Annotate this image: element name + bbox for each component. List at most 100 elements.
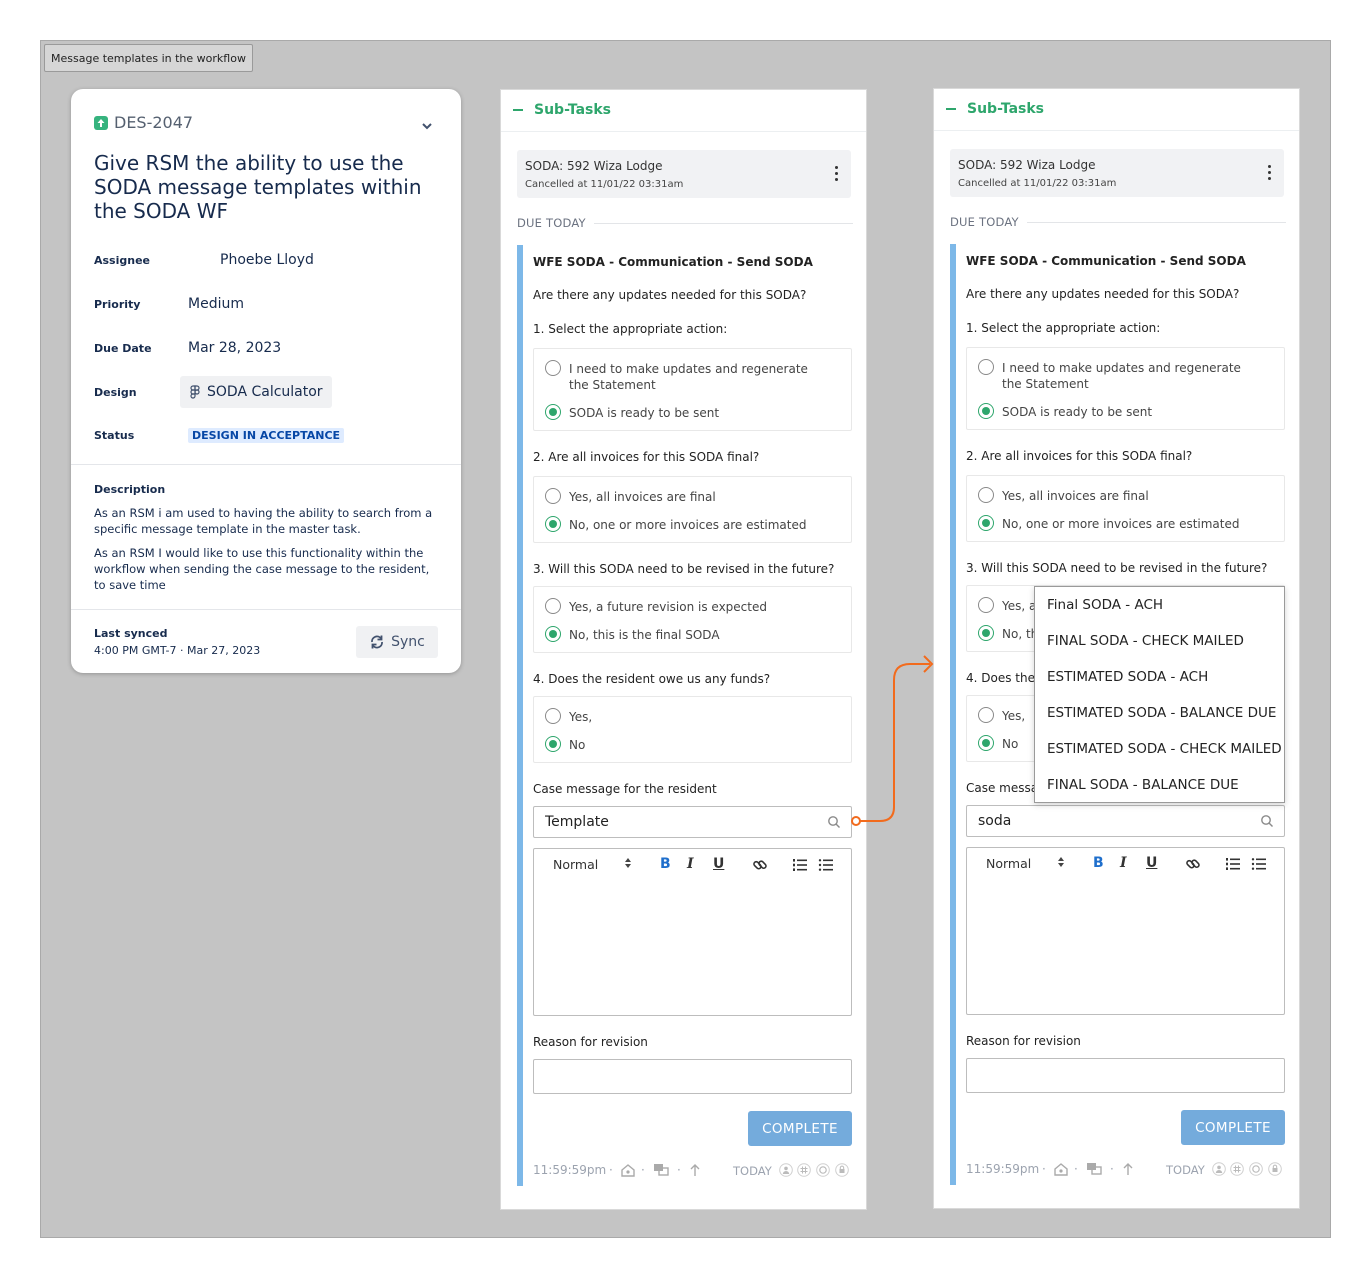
revision-input[interactable] [533,1059,852,1094]
search-icon[interactable] [827,815,841,829]
radio-button[interactable] [545,360,561,376]
chat-icon[interactable] [653,1163,669,1177]
kebab-menu-icon[interactable] [1268,165,1272,183]
radio-option[interactable]: Yes, a future revision is expected [545,598,829,615]
radio-option[interactable]: Yes, all invoices are final [545,488,829,505]
radio-option[interactable]: Yes, all invoices are final [978,487,1262,504]
hash-icon[interactable] [1230,1162,1244,1176]
radio-button[interactable] [978,487,994,503]
link-icon[interactable] [752,857,768,877]
select-arrows-icon[interactable] [1057,856,1065,872]
radio-button-selected[interactable] [545,736,561,752]
radio-button[interactable] [978,707,994,723]
radio-button[interactable] [545,598,561,614]
bold-button[interactable]: B [660,856,671,872]
bold-button[interactable]: B [1093,855,1104,871]
complete-button[interactable]: COMPLETE [748,1111,852,1146]
rich-text-editor[interactable]: Normal B I U [966,847,1285,1015]
assignee-value[interactable]: Phoebe Lloyd [220,252,314,268]
radio-button[interactable] [978,597,994,613]
home-icon[interactable] [1054,1162,1068,1176]
chat-icon[interactable] [1086,1162,1102,1176]
italic-button[interactable]: I [687,856,694,872]
rich-text-editor[interactable]: Normal B I U [533,848,852,1016]
bullet-list-icon[interactable] [818,857,834,876]
radio-option[interactable]: I need to make updates and regenerate th… [545,360,829,393]
priority-value[interactable]: Medium [188,296,244,312]
person-icon[interactable] [779,1163,793,1177]
bullet-list-icon[interactable] [1251,856,1267,875]
radio-button-selected[interactable] [545,404,561,420]
radio-button-selected[interactable] [978,515,994,531]
revision-input[interactable] [966,1058,1285,1093]
ordered-list-icon[interactable] [792,857,808,876]
radio-button[interactable] [978,359,994,375]
select-arrows-icon[interactable] [624,857,632,873]
template-search-input[interactable] [966,805,1285,837]
hash-icon[interactable] [797,1163,811,1177]
underline-button[interactable]: U [1146,855,1157,871]
status-badge[interactable]: DESIGN IN ACCEPTANCE [188,428,345,443]
radio-option[interactable]: No, one or more invoices are estimated [978,515,1262,532]
radio-option[interactable]: SODA is ready to be sent [545,404,829,421]
radio-button-selected[interactable] [978,625,994,641]
due-today-section: DUE TODAY [517,216,853,230]
sync-button[interactable]: Sync [356,626,438,658]
arrow-up-icon[interactable] [1122,1162,1134,1176]
subtask-card[interactable]: SODA: 592 Wiza Lodge Cancelled at 11/01/… [950,149,1284,197]
subtask-card[interactable]: SODA: 592 Wiza Lodge Cancelled at 11/01/… [517,150,851,198]
radio-option[interactable]: No [545,736,829,753]
radio-option[interactable]: No, one or more invoices are estimated [545,516,829,533]
template-search-input[interactable] [533,806,852,838]
radio-label: No, one or more invoices are estimated [569,518,807,532]
radio-option[interactable]: I need to make updates and regenerate th… [978,359,1262,392]
radio-option[interactable]: SODA is ready to be sent [978,403,1262,420]
radio-button-selected[interactable] [978,735,994,751]
home-icon[interactable] [621,1163,635,1177]
complete-button[interactable]: COMPLETE [1181,1110,1285,1145]
lock-icon[interactable] [1268,1162,1282,1176]
dropdown-option[interactable]: ESTIMATED SODA - BALANCE DUE [1047,705,1276,721]
radio-button-selected[interactable] [545,516,561,532]
arrow-up-icon[interactable] [689,1163,701,1177]
divider [71,464,461,465]
radio-button[interactable] [545,488,561,504]
dropdown-option[interactable]: FINAL SODA - BALANCE DUE [1047,777,1239,793]
subtasks-header[interactable]: Sub-Tasks [513,102,611,118]
lock-icon[interactable] [835,1163,849,1177]
underline-button[interactable]: U [713,856,724,872]
issue-title: Give RSM the ability to use the SODA mes… [94,151,422,223]
design-label: Design [94,385,137,399]
chevron-down-icon[interactable] [421,115,433,134]
ordered-list-icon[interactable] [1225,856,1241,875]
radio-option[interactable]: Yes, [545,708,829,725]
task-title: WFE SODA - Communication - Send SODA [533,255,813,269]
issue-key[interactable]: DES-2047 [94,113,193,132]
radio-label: Yes, [569,710,593,724]
radio-option[interactable]: No, this is the final SODA [545,626,829,643]
target-icon[interactable] [1249,1162,1263,1176]
radio-button[interactable] [545,708,561,724]
target-icon[interactable] [816,1163,830,1177]
radio-button-selected[interactable] [545,626,561,642]
kebab-menu-icon[interactable] [835,166,839,184]
design-link[interactable]: SODA Calculator [180,376,332,408]
format-select[interactable]: Normal [986,856,1031,871]
radio-button-selected[interactable] [978,403,994,419]
divider [71,609,461,610]
dropdown-option[interactable]: Final SODA - ACH [1047,597,1163,613]
due-date-row: Due Date Mar 28, 2023 [94,340,281,356]
dropdown-option[interactable]: ESTIMATED SODA - CHECK MAILED [1047,741,1282,757]
dropdown-option[interactable]: FINAL SODA - CHECK MAILED [1047,633,1244,649]
format-select[interactable]: Normal [553,857,598,872]
due-date-value[interactable]: Mar 28, 2023 [188,340,281,356]
radio-label: SODA is ready to be sent [1002,405,1153,419]
link-icon[interactable] [1185,856,1201,876]
due-date-label: Due Date [94,341,152,355]
search-icon[interactable] [1260,814,1274,828]
dropdown-option[interactable]: ESTIMATED SODA - ACH [1047,669,1208,685]
subtasks-header[interactable]: Sub-Tasks [946,101,1044,117]
person-icon[interactable] [1212,1162,1226,1176]
last-synced-label: Last synced [94,627,168,640]
italic-button[interactable]: I [1120,855,1127,871]
